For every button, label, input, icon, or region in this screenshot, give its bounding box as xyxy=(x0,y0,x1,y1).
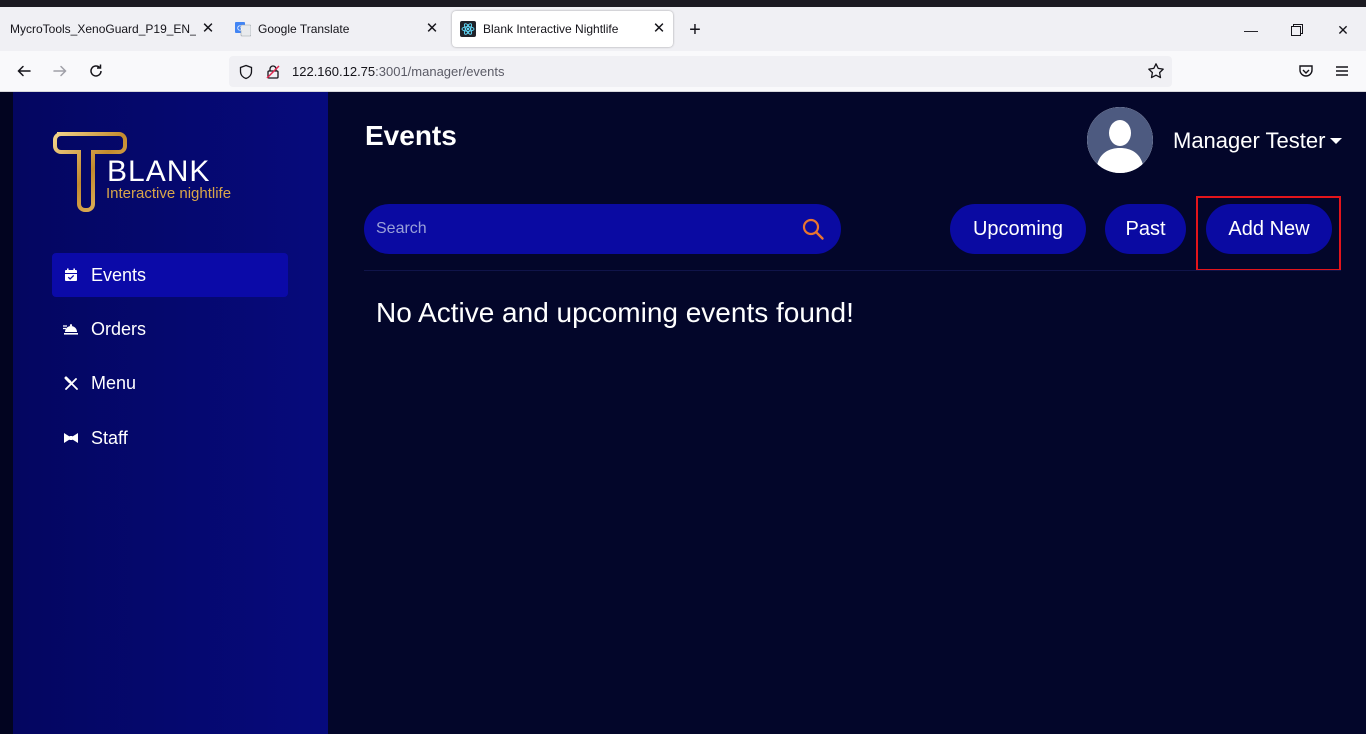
react-icon xyxy=(460,21,476,37)
forward-icon[interactable] xyxy=(49,60,71,82)
tab-bar: MycroTools_XenoGuard_P19_EN_US ✕ G Googl… xyxy=(0,7,1366,51)
url-path: :3001/manager/events xyxy=(375,64,505,79)
reload-icon[interactable] xyxy=(85,60,107,82)
google-translate-icon: G xyxy=(235,21,251,37)
hamburger-menu-icon[interactable] xyxy=(1331,60,1353,82)
tab-label: Blank Interactive Nightlife xyxy=(483,22,619,36)
upcoming-button[interactable]: Upcoming xyxy=(950,204,1086,254)
tab-label: MycroTools_XenoGuard_P19_EN_US xyxy=(10,22,196,36)
search-icon[interactable] xyxy=(801,217,825,241)
sidebar-item-events[interactable]: Events xyxy=(52,253,288,297)
calendar-icon xyxy=(63,267,79,283)
url-bar[interactable]: 122.160.12.75:3001/manager/events xyxy=(229,56,1172,87)
serving-dish-icon xyxy=(63,321,79,337)
close-icon[interactable]: ✕ xyxy=(424,21,440,37)
sidebar: BLANK Interactive nightlife Events Order… xyxy=(13,92,328,734)
page-title: Events xyxy=(365,120,457,151)
caret-down-icon[interactable] xyxy=(1330,138,1342,144)
insecure-lock-icon[interactable] xyxy=(265,64,281,80)
bowtie-icon xyxy=(63,430,79,446)
restore-icon[interactable] xyxy=(1286,19,1308,41)
search-bar xyxy=(364,204,841,254)
avatar[interactable] xyxy=(1087,107,1153,173)
url-text[interactable]: 122.160.12.75:3001/manager/events xyxy=(292,64,505,79)
tab-google-translate[interactable]: G Google Translate ✕ xyxy=(228,11,446,47)
tab-label: Google Translate xyxy=(258,22,350,36)
close-icon[interactable]: ✕ xyxy=(651,21,667,37)
bookmark-star-icon[interactable] xyxy=(1147,62,1165,80)
sidebar-item-menu[interactable]: Menu xyxy=(52,361,288,405)
svg-text:G: G xyxy=(237,25,242,33)
pocket-icon[interactable] xyxy=(1295,60,1317,82)
new-tab-icon[interactable]: + xyxy=(684,19,706,41)
sidebar-item-orders[interactable]: Orders xyxy=(52,307,288,351)
tab-blank-nightlife[interactable]: Blank Interactive Nightlife ✕ xyxy=(452,11,673,47)
back-icon[interactable] xyxy=(13,60,35,82)
url-host: 122.160.12.75 xyxy=(292,64,376,79)
window-close-icon[interactable]: ✕ xyxy=(1332,19,1354,41)
utensils-icon xyxy=(63,375,79,391)
logo-subtitle: Interactive nightlife xyxy=(106,185,232,202)
sidebar-item-label: Menu xyxy=(91,372,137,393)
minimize-icon[interactable]: — xyxy=(1240,19,1262,41)
logo-title: BLANK xyxy=(107,155,211,188)
user-menu-toggle[interactable]: Manager Tester xyxy=(1173,128,1325,154)
shield-icon[interactable] xyxy=(238,64,254,80)
search-input[interactable] xyxy=(376,204,796,254)
sidebar-item-staff[interactable]: Staff xyxy=(52,416,288,460)
left-edge xyxy=(0,92,13,734)
user-silhouette-icon xyxy=(1087,107,1153,173)
divider xyxy=(364,270,1341,271)
tab-mycrotools[interactable]: MycroTools_XenoGuard_P19_EN_US ✕ xyxy=(4,11,222,47)
sidebar-item-label: Orders xyxy=(91,318,147,339)
window-top-strip xyxy=(0,0,1366,7)
sidebar-item-label: Staff xyxy=(91,427,128,448)
app-root: BLANK Interactive nightlife Events Order… xyxy=(0,92,1366,734)
navigation-toolbar: 122.160.12.75:3001/manager/events xyxy=(0,51,1366,92)
logo[interactable]: BLANK Interactive nightlife xyxy=(51,130,251,214)
sidebar-item-label: Events xyxy=(91,264,147,285)
past-button[interactable]: Past xyxy=(1105,204,1186,254)
empty-state-message: No Active and upcoming events found! xyxy=(376,297,854,328)
highlight-box xyxy=(1196,196,1341,271)
close-icon[interactable]: ✕ xyxy=(200,21,216,37)
